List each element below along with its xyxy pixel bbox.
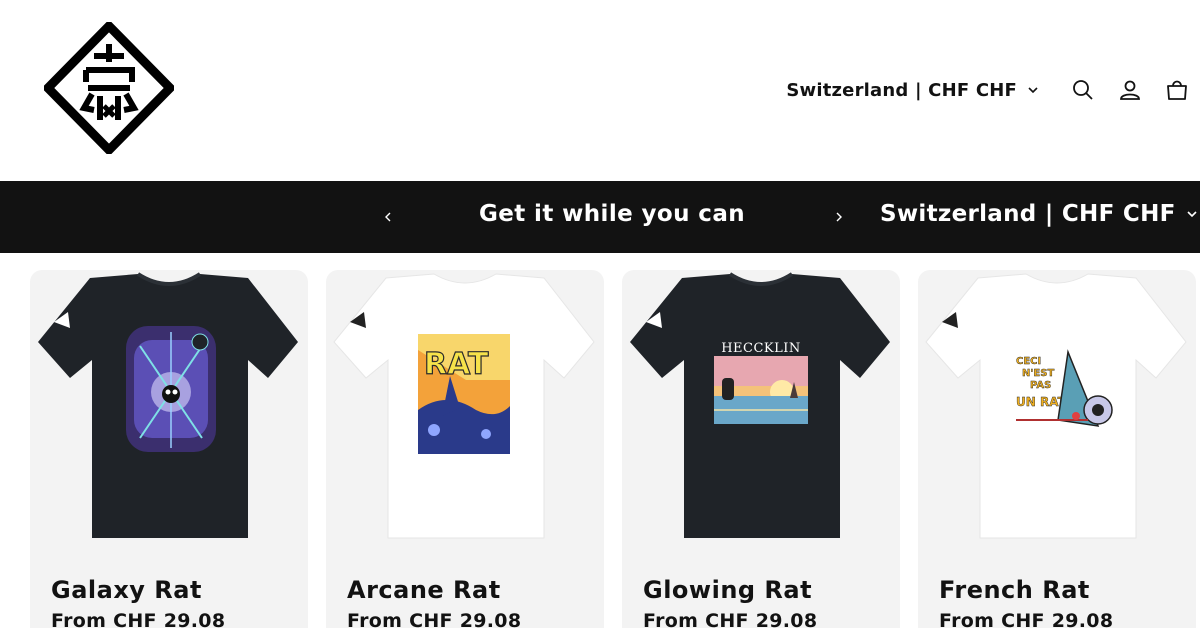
product-price: From CHF 29.08 (347, 610, 522, 628)
site-header: Switzerland | CHF CHF (0, 0, 1200, 181)
svg-text:PAS: PAS (1030, 380, 1051, 391)
announcement-country-selector[interactable]: Switzerland | CHF CHF (880, 201, 1198, 227)
svg-text:RAT: RAT (424, 347, 489, 382)
svg-text:UN RAT: UN RAT (1016, 395, 1067, 409)
search-icon[interactable] (1059, 74, 1106, 106)
announcement-country-label: Switzerland | CHF CHF (880, 201, 1176, 227)
announcement-text: Get it while you can (478, 201, 746, 227)
chevron-down-icon (1187, 211, 1197, 218)
product-image[interactable]: CECI N'EST PAS UN RAT (918, 270, 1196, 550)
product-card[interactable]: HECCKLIN Glowing Rat From CHF 29.08 (622, 270, 900, 628)
svg-text:CECI: CECI (1016, 356, 1041, 367)
product-title[interactable]: Glowing Rat (643, 576, 812, 604)
chevron-left-icon (385, 212, 391, 222)
product-card[interactable]: RAT Arcane Rat From CHF 29.08 (326, 270, 604, 628)
print-title: HECCKLIN (721, 341, 801, 356)
cart-icon[interactable] (1153, 74, 1200, 106)
svg-text:N'EST: N'EST (1022, 368, 1054, 379)
product-card[interactable]: CECI N'EST PAS UN RAT French Rat From CH… (918, 270, 1196, 628)
previous-announcement-button[interactable] (376, 205, 400, 229)
product-card[interactable]: Galaxy Rat From CHF 29.08 (30, 270, 308, 628)
chevron-right-icon (836, 212, 842, 222)
product-title[interactable]: Galaxy Rat (51, 576, 202, 604)
product-grid: Galaxy Rat From CHF 29.08 RAT Arcane Rat… (30, 270, 1200, 628)
country-selector[interactable]: Switzerland | CHF CHF (786, 80, 1039, 101)
product-image[interactable]: HECCKLIN (622, 270, 900, 550)
product-title[interactable]: Arcane Rat (347, 576, 501, 604)
product-image[interactable] (30, 270, 308, 550)
product-price: From CHF 29.08 (939, 610, 1114, 628)
header-actions: Switzerland | CHF CHF (786, 74, 1200, 106)
brand-logo[interactable] (41, 19, 177, 157)
product-image[interactable]: RAT (326, 270, 604, 550)
country-selector-label: Switzerland | CHF CHF (786, 79, 1017, 101)
product-price: From CHF 29.08 (643, 610, 818, 628)
account-icon[interactable] (1106, 74, 1153, 106)
product-price: From CHF 29.08 (51, 610, 226, 628)
next-announcement-button[interactable] (827, 205, 851, 229)
chevron-down-icon (1028, 87, 1038, 94)
product-title[interactable]: French Rat (939, 576, 1090, 604)
announcement-bar: Get it while you can Switzerland | CHF C… (0, 181, 1200, 253)
